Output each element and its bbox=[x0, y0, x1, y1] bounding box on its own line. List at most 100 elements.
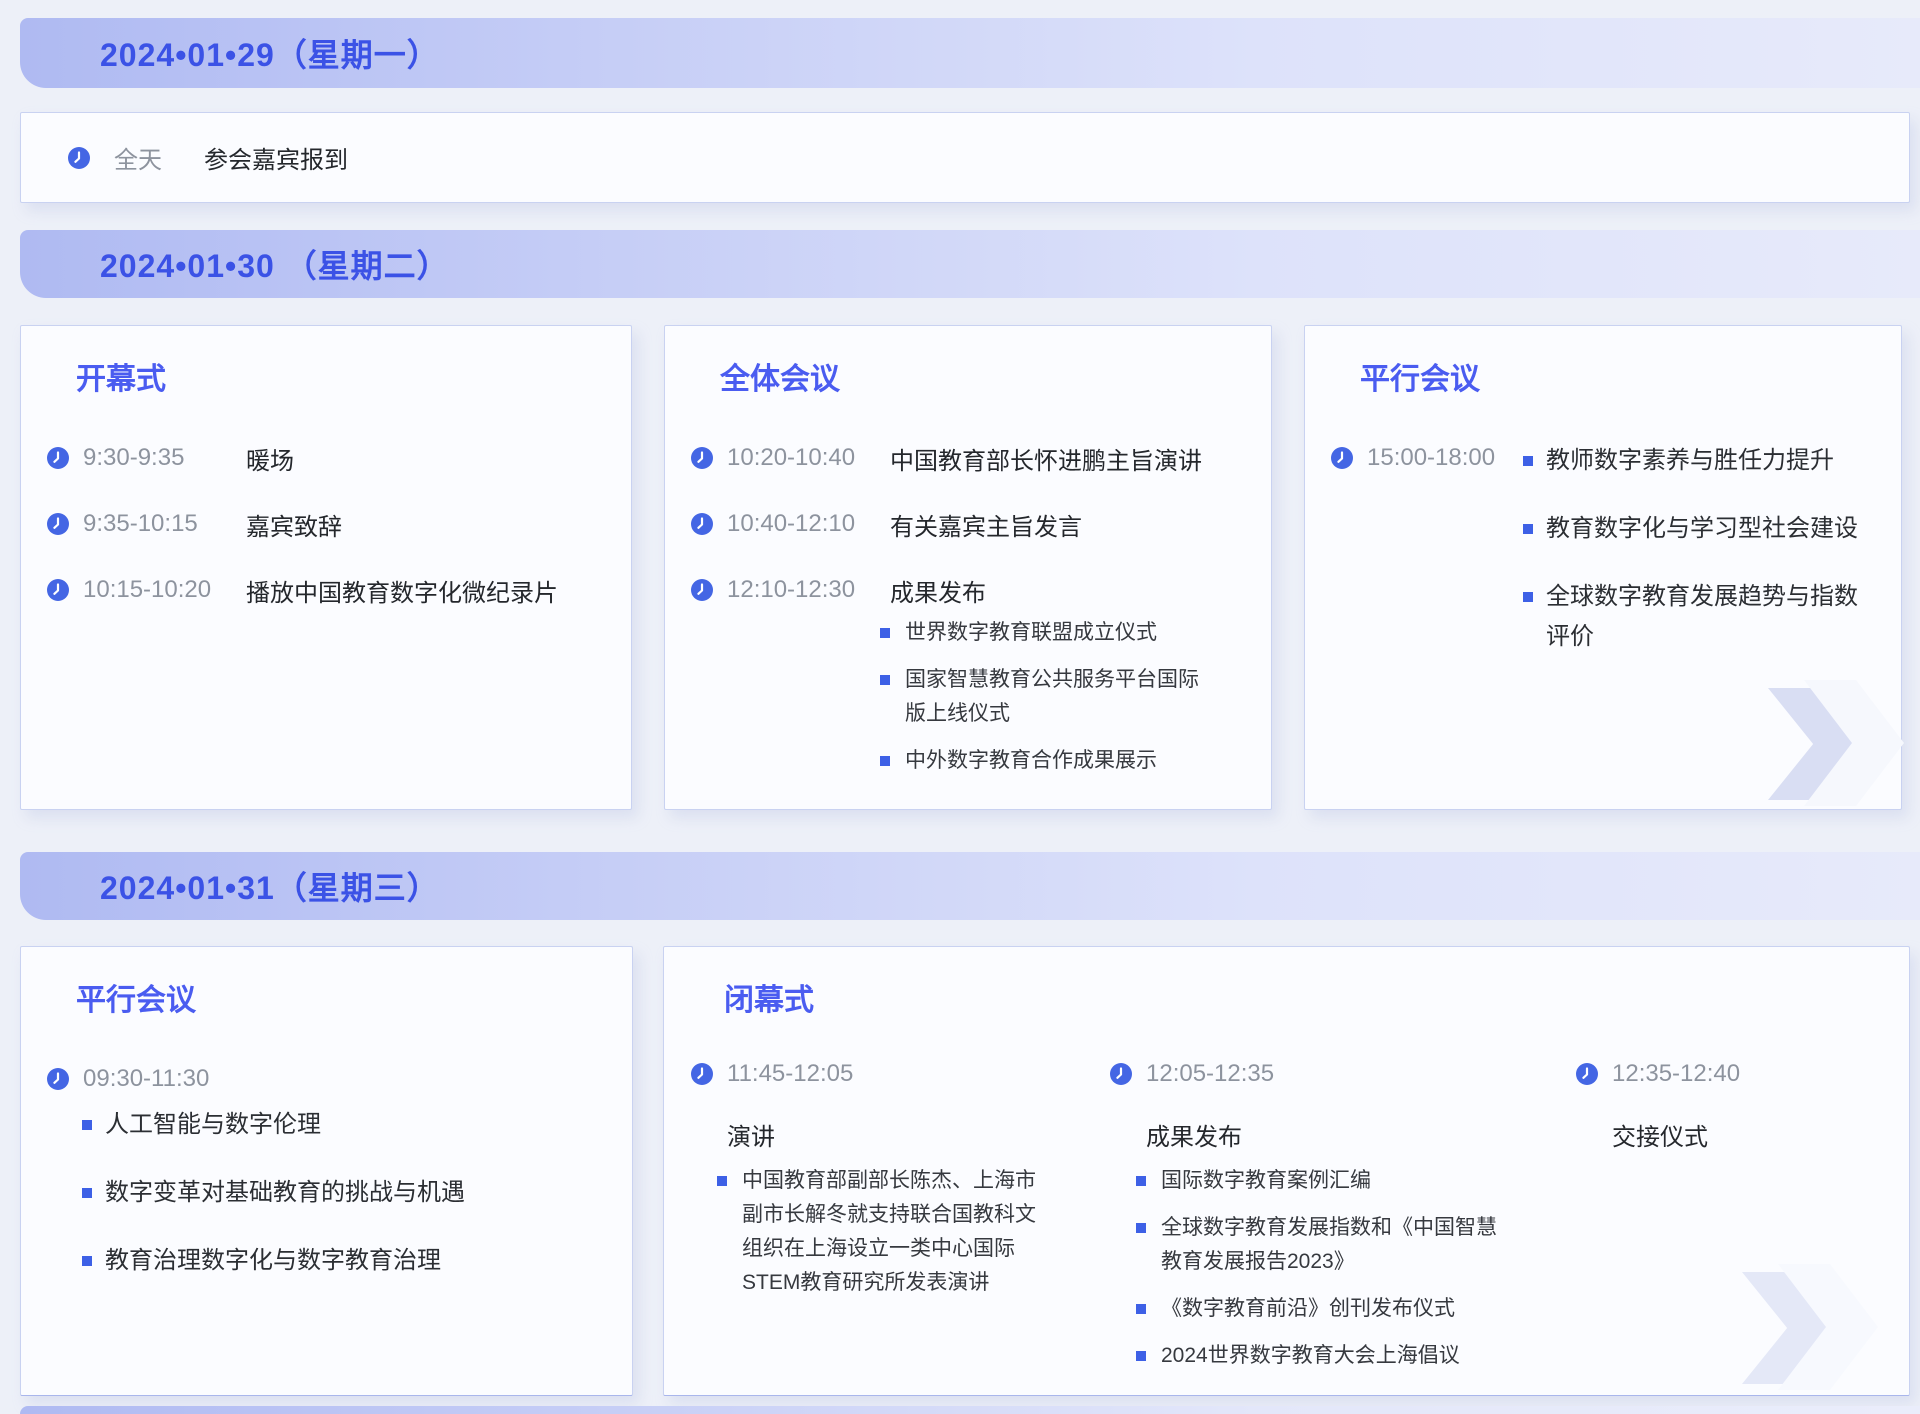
date-banner-day3: 2024•01•31（星期三） bbox=[20, 852, 1920, 920]
list-item: 《数字教育前沿》创刊发布仪式 bbox=[1136, 1292, 1513, 1326]
list-item: 2024世界数字教育大会上海倡议 bbox=[1136, 1339, 1513, 1373]
bullet-text: 教育数字化与学习型社会建设 bbox=[1546, 509, 1876, 549]
clock-icon bbox=[68, 147, 90, 169]
clock-icon bbox=[47, 513, 69, 535]
schedule-row: 11:45-12:05 bbox=[691, 1057, 1044, 1091]
event-label: 成果发布 bbox=[890, 573, 986, 608]
agenda-page: 2024•01•29（星期一） 全天 参会嘉宾报到 2024•01•30 （星期… bbox=[0, 0, 1920, 1414]
session-title: 平行会议 bbox=[1360, 354, 1480, 398]
bullet-text: 国际数字教育案例汇编 bbox=[1161, 1164, 1513, 1198]
list-item: 全球数字教育发展指数和《中国智慧教育发展报告2023》 bbox=[1136, 1211, 1513, 1279]
event-label: 中国教育部长怀进鹏主旨演讲 bbox=[890, 441, 1202, 476]
bullet-square-icon bbox=[82, 1188, 92, 1198]
date-label: 2024•01•29（星期一） bbox=[100, 30, 440, 76]
clock-icon bbox=[691, 1063, 713, 1085]
clock-icon bbox=[1576, 1063, 1598, 1085]
list-item: 教育数字化与学习型社会建设 bbox=[1523, 509, 1876, 549]
clock-icon bbox=[691, 447, 713, 469]
bullet-text: 全球数字教育发展趋势与指数评价 bbox=[1546, 577, 1876, 657]
list-item: 中国教育部副部长陈杰、上海市副市长解冬就支持联合国教科文组织在上海设立一类中心国… bbox=[717, 1164, 1044, 1300]
time-range: 12:35-12:40 bbox=[1612, 1060, 1740, 1088]
bullet-text: 数字变革对基础教育的挑战与机遇 bbox=[105, 1173, 585, 1213]
bullet-list: 世界数字教育联盟成立仪式 国家智慧教育公共服务平台国际版上线仪式 中外数字教育合… bbox=[880, 616, 1205, 791]
bullet-square-icon bbox=[880, 756, 890, 766]
time-range: 9:35-10:15 bbox=[83, 510, 246, 538]
clock-icon bbox=[1331, 447, 1353, 469]
schedule-row: 10:20-10:40 中国教育部长怀进鹏主旨演讲 bbox=[691, 440, 1255, 476]
event-label: 暖场 bbox=[246, 441, 294, 476]
list-item: 中外数字教育合作成果展示 bbox=[880, 744, 1205, 778]
schedule-row: 12:10-12:30 成果发布 bbox=[691, 572, 1255, 608]
closing-column-releases: 12:05-12:35 成果发布 国际数字教育案例汇编 全球数字教育发展指数和《… bbox=[1110, 1057, 1513, 1386]
session-title: 开幕式 bbox=[76, 354, 166, 398]
time-range: 12:10-12:30 bbox=[727, 576, 890, 604]
date-label: 2024•01•30 （星期二） bbox=[100, 241, 450, 287]
allday-session-card: 全天 参会嘉宾报到 bbox=[20, 112, 1910, 203]
bullet-text: 中外数字教育合作成果展示 bbox=[905, 744, 1205, 778]
clock-icon bbox=[1110, 1063, 1132, 1085]
bullet-square-icon bbox=[82, 1120, 92, 1130]
bullet-list: 教师数字素养与胜任力提升 教育数字化与学习型社会建设 全球数字教育发展趋势与指数… bbox=[1523, 441, 1876, 685]
clock-icon bbox=[47, 447, 69, 469]
bullet-square-icon bbox=[880, 675, 890, 685]
session-card-closing-ceremony: 闭幕式 11:45-12:05 演讲 中国教育部副部长陈杰、上海市副市长解冬就支… bbox=[663, 946, 1910, 1396]
event-label: 参会嘉宾报到 bbox=[204, 140, 348, 175]
list-item: 国际数字教育案例汇编 bbox=[1136, 1164, 1513, 1198]
schedule-row: 12:05-12:35 bbox=[1110, 1057, 1513, 1091]
bullet-list: 人工智能与数字伦理 数字变革对基础教育的挑战与机遇 教育治理数字化与数字教育治理 bbox=[82, 1105, 585, 1309]
bullet-text: 国家智慧教育公共服务平台国际版上线仪式 bbox=[905, 663, 1205, 731]
event-subtitle: 交接仪式 bbox=[1612, 1117, 1740, 1152]
closing-column-handover: 12:35-12:40 交接仪式 bbox=[1576, 1057, 1740, 1152]
bullet-square-icon bbox=[1136, 1223, 1146, 1233]
bullet-square-icon bbox=[880, 628, 890, 638]
bullet-text: 全球数字教育发展指数和《中国智慧教育发展报告2023》 bbox=[1161, 1211, 1513, 1279]
bullet-square-icon bbox=[1523, 456, 1533, 466]
bullet-square-icon bbox=[717, 1176, 727, 1186]
time-range: 9:30-9:35 bbox=[83, 444, 246, 472]
bullet-square-icon bbox=[1136, 1351, 1146, 1361]
date-banner-day1: 2024•01•29（星期一） bbox=[20, 18, 1920, 88]
bullet-text: 2024世界数字教育大会上海倡议 bbox=[1161, 1339, 1513, 1373]
event-label: 播放中国教育数字化微纪录片 bbox=[246, 573, 558, 608]
date-label: 2024•01•31（星期三） bbox=[100, 863, 440, 909]
session-card-parallel-day3: 平行会议 09:30-11:30 人工智能与数字伦理 数字变革对基础教育的挑战与… bbox=[20, 946, 633, 1396]
list-item: 全球数字教育发展趋势与指数评价 bbox=[1523, 577, 1876, 657]
bullet-square-icon bbox=[1523, 592, 1533, 602]
time-range: 09:30-11:30 bbox=[83, 1065, 246, 1093]
bullet-list: 中国教育部副部长陈杰、上海市副市长解冬就支持联合国教科文组织在上海设立一类中心国… bbox=[717, 1164, 1044, 1300]
event-subtitle: 成果发布 bbox=[1146, 1117, 1513, 1152]
schedule-rows: 10:20-10:40 中国教育部长怀进鹏主旨演讲 10:40-12:10 有关… bbox=[691, 440, 1255, 638]
schedule-row: 12:35-12:40 bbox=[1576, 1057, 1740, 1091]
schedule-rows: 9:30-9:35 暖场 9:35-10:15 嘉宾致辞 10:15-10:20… bbox=[47, 440, 615, 638]
bullet-text: 《数字教育前沿》创刊发布仪式 bbox=[1161, 1292, 1513, 1326]
time-range: 10:40-12:10 bbox=[727, 510, 890, 538]
clock-icon bbox=[691, 513, 713, 535]
event-subtitle: 演讲 bbox=[727, 1117, 1044, 1152]
clock-icon bbox=[691, 579, 713, 601]
bullet-text: 人工智能与数字伦理 bbox=[105, 1105, 585, 1145]
time-range: 15:00-18:00 bbox=[1367, 444, 1530, 472]
schedule-row: 10:40-12:10 有关嘉宾主旨发言 bbox=[691, 506, 1255, 542]
session-title: 平行会议 bbox=[76, 975, 196, 1019]
bullet-text: 教育治理数字化与数字教育治理 bbox=[105, 1241, 585, 1281]
bullet-list: 国际数字教育案例汇编 全球数字教育发展指数和《中国智慧教育发展报告2023》 《… bbox=[1136, 1164, 1513, 1373]
time-range: 11:45-12:05 bbox=[727, 1060, 853, 1088]
bullet-square-icon bbox=[1136, 1304, 1146, 1314]
list-item: 人工智能与数字伦理 bbox=[82, 1105, 585, 1145]
bullet-square-icon bbox=[1136, 1176, 1146, 1186]
clock-icon bbox=[47, 1068, 69, 1090]
schedule-row: 9:30-9:35 暖场 bbox=[47, 440, 615, 476]
list-item: 教育治理数字化与数字教育治理 bbox=[82, 1241, 585, 1281]
session-title: 全体会议 bbox=[720, 354, 840, 398]
clock-icon bbox=[47, 579, 69, 601]
closing-column-speech: 11:45-12:05 演讲 中国教育部副部长陈杰、上海市副市长解冬就支持联合国… bbox=[691, 1057, 1044, 1313]
next-section-banner-edge bbox=[20, 1406, 1920, 1414]
bullet-text: 教师数字素养与胜任力提升 bbox=[1546, 441, 1876, 481]
bullet-text: 中国教育部副部长陈杰、上海市副市长解冬就支持联合国教科文组织在上海设立一类中心国… bbox=[742, 1164, 1044, 1300]
list-item: 教师数字素养与胜任力提升 bbox=[1523, 441, 1876, 481]
time-range: 10:15-10:20 bbox=[83, 576, 246, 604]
schedule-row: 10:15-10:20 播放中国教育数字化微纪录片 bbox=[47, 572, 615, 608]
bullet-square-icon bbox=[1523, 524, 1533, 534]
session-card-opening-ceremony: 开幕式 9:30-9:35 暖场 9:35-10:15 嘉宾致辞 10:15-1… bbox=[20, 325, 632, 810]
bullet-square-icon bbox=[82, 1256, 92, 1266]
